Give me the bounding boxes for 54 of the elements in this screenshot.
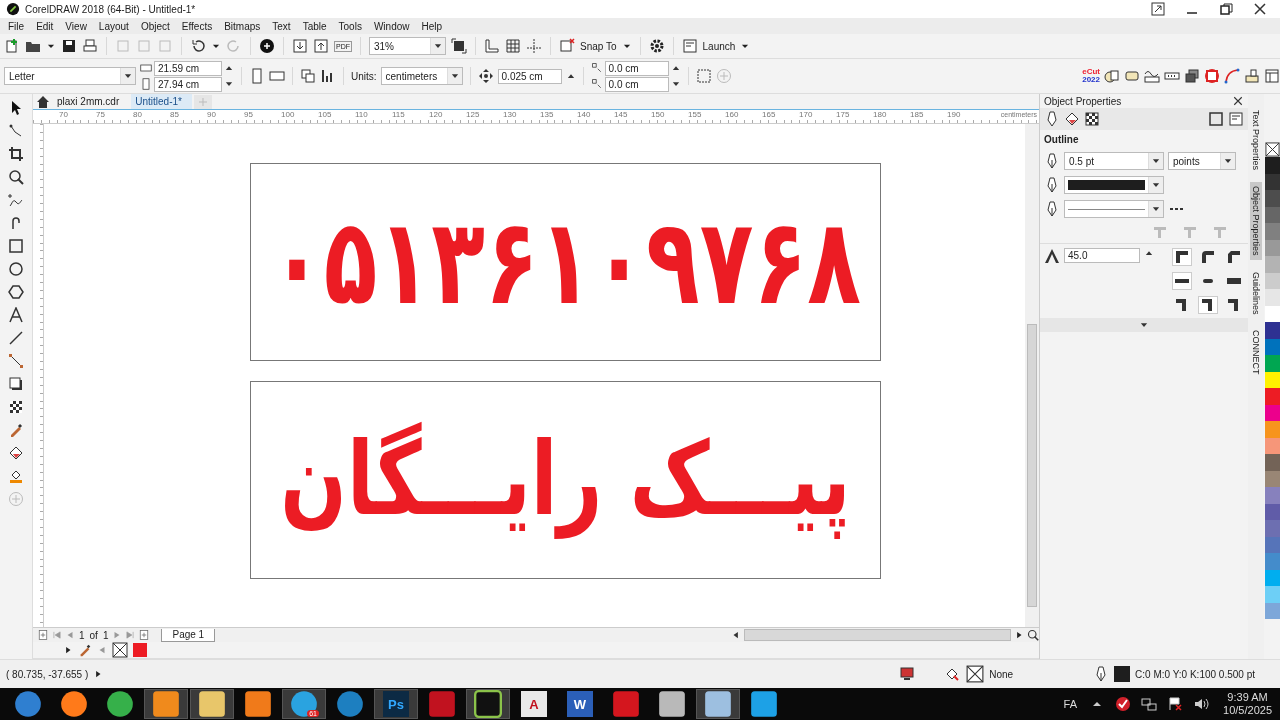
ecut-plugin-button[interactable]: eCut 2022 <box>1082 68 1100 84</box>
width-field[interactable]: 21.59 cm <box>154 60 222 76</box>
word-processor-icon: W <box>567 691 593 717</box>
cursor-coordinates: ( 80.735, -37.655 ) <box>6 668 89 680</box>
fill-status: None <box>989 668 1014 680</box>
snap-to-button[interactable]: Snap To <box>580 40 617 52</box>
taskbar-app[interactable]: Ps <box>374 689 418 719</box>
clock-date[interactable]: 10/5/2025 <box>1223 704 1272 718</box>
page-number: 1 <box>78 629 86 641</box>
docker-tab[interactable]: Object Properties <box>1250 182 1262 260</box>
menu-item[interactable]: View <box>59 20 93 32</box>
artwork-text: ۰۵۱۳۶۱۰۹۷۶۸ <box>270 202 861 322</box>
clock-time[interactable]: 9:39 AM <box>1227 690 1268 704</box>
duplicate-y-field[interactable]: 0.0 cm <box>604 76 669 92</box>
menu-item[interactable]: Effects <box>175 20 219 32</box>
zoom-dropdown[interactable]: 31% <box>369 37 446 55</box>
menu-item[interactable]: Object <box>134 20 176 32</box>
page-of-label: of <box>88 629 99 641</box>
units-label: Units: <box>351 70 377 82</box>
outline-units-dropdown[interactable]: points <box>1168 152 1236 170</box>
language-indicator[interactable]: FA <box>1063 698 1078 710</box>
menu-item[interactable]: Layout <box>92 20 135 32</box>
units-dropdown[interactable]: centimeters <box>380 67 463 85</box>
document-tab[interactable]: plaxi 2mm.cdr <box>53 94 130 109</box>
docker-tab[interactable]: CONNECT <box>1250 326 1262 379</box>
artwork-text: پیـــک رایـــگان <box>280 419 851 541</box>
document-tab[interactable]: Untitled-1* <box>131 94 192 109</box>
menu-item[interactable]: Help <box>415 20 449 32</box>
menu-item[interactable]: File <box>2 20 31 32</box>
taskbar-app[interactable]: A <box>512 689 556 719</box>
launch-button[interactable]: Launch <box>702 40 736 52</box>
menu-item[interactable]: Tools <box>332 20 368 32</box>
menu-item[interactable]: Table <box>296 20 333 32</box>
window-title: CorelDRAW 2018 (64-Bit) - Untitled-1* <box>25 3 196 15</box>
page-size-dropdown[interactable]: Letter <box>4 67 136 85</box>
duplicate-x-field[interactable]: 0.0 cm <box>604 60 669 76</box>
menu-item[interactable]: Text <box>266 20 297 32</box>
outline-width-dropdown[interactable]: 0.5 pt <box>1064 152 1164 170</box>
docker-tab[interactable]: Guidelines <box>1250 267 1262 319</box>
outline-status: C:0 M:0 Y:0 K:100 0.500 pt <box>1135 668 1255 680</box>
miter-limit-field[interactable]: 45.0 <box>1064 248 1140 263</box>
docker-title: Object Properties <box>1044 95 1122 107</box>
taskbar-app[interactable]: W <box>558 689 602 719</box>
menu-item[interactable]: Window <box>367 20 416 32</box>
nudge-field[interactable]: 0.025 cm <box>497 68 562 84</box>
menu-item[interactable]: Edit <box>30 20 60 32</box>
photo-editor-icon: Ps <box>383 691 409 717</box>
section-heading: Outline <box>1043 133 1080 147</box>
menu-item[interactable]: Bitmaps <box>218 20 267 32</box>
page-count: 1 <box>101 629 110 641</box>
page-tab[interactable]: Page 1 <box>161 628 216 642</box>
height-field[interactable]: 27.94 cm <box>154 76 222 92</box>
cad-app-icon: A <box>521 691 547 717</box>
docker-tab[interactable]: Text Properties <box>1250 106 1262 175</box>
